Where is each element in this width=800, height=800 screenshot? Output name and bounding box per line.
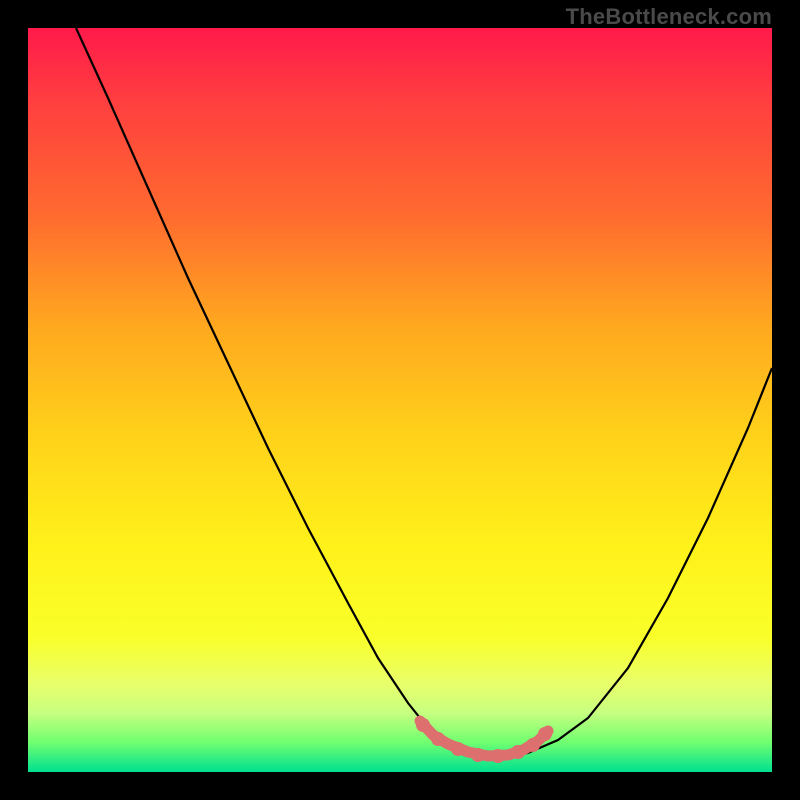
highlight-dot bbox=[451, 742, 465, 756]
bottleneck-curve bbox=[76, 28, 772, 757]
highlight-dot bbox=[471, 748, 485, 762]
highlight-dot bbox=[511, 745, 525, 759]
highlight-dots bbox=[416, 718, 552, 763]
highlight-dot bbox=[538, 727, 552, 741]
bottleneck-chart bbox=[28, 28, 772, 772]
highlight-dot bbox=[416, 718, 430, 732]
highlight-dot bbox=[431, 732, 445, 746]
highlight-dot bbox=[526, 738, 540, 752]
highlight-dot bbox=[491, 749, 505, 763]
watermark-text: TheBottleneck.com bbox=[566, 4, 772, 30]
